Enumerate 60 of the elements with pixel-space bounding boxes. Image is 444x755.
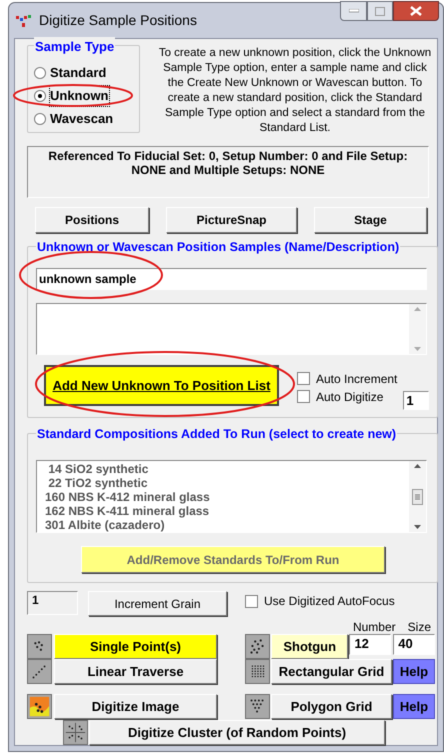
toolbar-button[interactable]: Stage: [314, 207, 427, 233]
column-label: Number: [352, 619, 396, 632]
checkbox-label[interactable]: Auto Increment: [316, 370, 398, 388]
count-field[interactable]: 1: [403, 391, 430, 410]
quadrant-dots-icon[interactable]: [63, 720, 88, 745]
list-item[interactable]: 160 NBS K-412 mineral glass: [45, 490, 409, 504]
radio-button[interactable]: [34, 90, 46, 102]
mode-button[interactable]: Shotgun: [271, 634, 348, 659]
column-label: Size: [408, 619, 431, 632]
dot-grid-icon[interactable]: [245, 659, 270, 684]
name-input-field[interactable]: unknown sample: [36, 268, 427, 290]
list-item[interactable]: 301 Albite (cazadero): [45, 518, 409, 532]
scroll-down-arrow-icon[interactable]: [414, 525, 421, 529]
size-field[interactable]: 40: [393, 634, 435, 655]
radio-label[interactable]: Standard: [50, 63, 106, 83]
mode-button[interactable]: Polygon Grid: [271, 694, 392, 719]
app-icon: [15, 14, 33, 28]
checkbox[interactable]: [297, 372, 310, 385]
standards-list[interactable]: 14 SiO2 synthetic 22 TiO2 synthetic 160 NBS K-412 mineral glass 162 NBS K-411 mineral glass 301 Albite (cazadero): [36, 460, 427, 533]
radio-label[interactable]: Wavescan: [50, 109, 114, 129]
window-title: Digitize Sample Positions: [39, 11, 197, 30]
radio-button[interactable]: [34, 67, 46, 79]
mode-button[interactable]: Digitize Image: [54, 694, 217, 719]
maximize-button[interactable]: [367, 1, 393, 21]
image-dots-icon[interactable]: [27, 694, 52, 719]
toolbar-button[interactable]: Positions: [35, 207, 149, 233]
scroll-up-arrow-icon[interactable]: [414, 464, 421, 468]
maximize-icon[interactable]: [375, 6, 385, 16]
mode-button[interactable]: Rectangular Grid: [271, 659, 392, 684]
radio-button[interactable]: [34, 113, 46, 125]
increment-grain-button[interactable]: Increment Grain: [88, 591, 227, 616]
number-field[interactable]: 12: [349, 634, 392, 655]
mode-button[interactable]: Linear Traverse: [54, 659, 217, 684]
list-item[interactable]: 22 TiO2 synthetic: [45, 476, 409, 490]
list-item[interactable]: 14 SiO2 synthetic: [45, 462, 409, 476]
mode-button[interactable]: Digitize Cluster (of Random Points): [89, 720, 385, 745]
scrollbar[interactable]: [409, 461, 426, 532]
list-item[interactable]: 162 NBS K-411 mineral glass: [45, 504, 409, 518]
dots-icon[interactable]: [27, 634, 52, 659]
help-button[interactable]: Help: [393, 659, 435, 684]
add-remove-standards-button[interactable]: Add/Remove Standards To/From Run: [81, 546, 385, 573]
checkbox-label[interactable]: Use Digitized AutoFocus: [264, 592, 395, 610]
close-button[interactable]: [393, 1, 439, 21]
close-icon[interactable]: [410, 6, 422, 16]
add-unknown-button[interactable]: Add New Unknown To Position List: [44, 365, 279, 406]
checkbox-label[interactable]: Auto Digitize: [316, 388, 384, 406]
info-box: Referenced To Fiducial Set: 0, Setup Number: 0 and File Setup: NONE and Multiple Setups: NONE: [27, 146, 429, 198]
checkbox[interactable]: [297, 390, 310, 403]
scroll-thumb[interactable]: [412, 488, 423, 504]
instructions-text: To create a new unknown position, click the Unknown Sample Type option, enter a sample name and click the Create New Unknown or Wavescan button. To create a new standard position, click the Standard Sample Type option and select a standard from the Standard List.: [158, 46, 432, 136]
group-label: Sample Type: [34, 37, 116, 56]
checkbox[interactable]: [245, 594, 258, 608]
description-text-area[interactable]: [36, 303, 427, 355]
minimize-icon[interactable]: [348, 9, 358, 13]
scatter-dots-icon[interactable]: [245, 634, 270, 659]
toolbar-button[interactable]: PictureSnap: [166, 207, 297, 233]
minimize-button[interactable]: [340, 1, 367, 21]
mode-button[interactable]: Single Point(s): [54, 634, 217, 659]
help-button[interactable]: Help: [393, 694, 435, 719]
grain-field[interactable]: 1: [27, 591, 78, 615]
